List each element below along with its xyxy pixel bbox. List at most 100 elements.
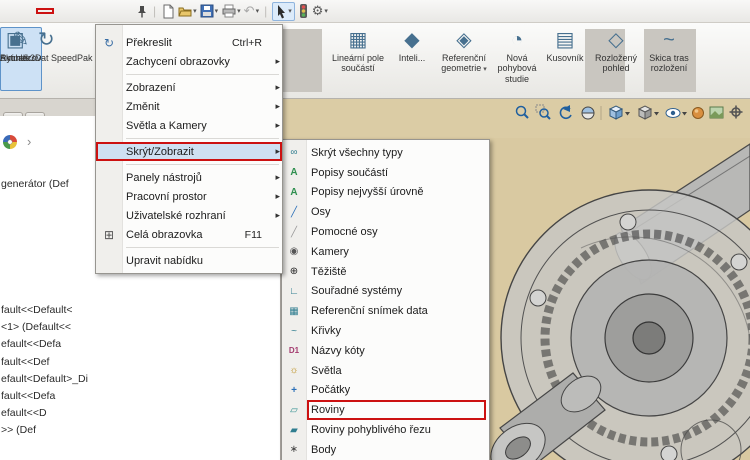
menu-item[interactable] [96,135,282,142]
submenu-item[interactable]: A Popisy nejvyšší úrovně [282,183,489,203]
submenu-arrow-icon [270,191,280,202]
reference-geometry-icon: ◈ [456,27,471,53]
print-icon[interactable]: ▾ [221,4,241,18]
view-settings-icon[interactable] [730,106,743,119]
menu-item[interactable]: Uživatelské rozhraní [96,206,282,225]
tree-item[interactable]: efault<<Defa [1,336,280,353]
menu-item[interactable]: Upravit nabídku [96,251,282,270]
tree-item[interactable]: fault<<Default< [1,302,280,319]
redraw-icon: ↻ [96,36,122,50]
origins-icon: + [282,385,306,396]
ribbon-button-label: Nová pohybová studie [492,53,542,84]
ribbon-button[interactable]: ~ Skica tras rozložení [647,27,691,91]
submenu-item[interactable]: ∞ Skrýt všechny typy [282,143,489,163]
menu-item[interactable] [96,161,282,168]
rebuild-icon[interactable] [298,3,309,19]
previous-view-icon[interactable] [560,105,571,118]
menu-item[interactable]: Zobrazení [96,78,282,97]
tree-item[interactable]: efault<Default>_Di [1,371,280,388]
menu-item[interactable]: ⊞ Celá obrazovka F11 [96,225,282,244]
menu-item-label: Světla a Kamery [126,120,207,132]
submenu-item-label: Světla [311,365,342,377]
zoom-area-icon[interactable] [536,105,550,119]
dropdown-arrow-icon[interactable]: ▾ [256,7,260,15]
submenu-item[interactable]: ∗ Body [282,440,489,460]
edit-appearance-icon[interactable] [693,108,704,119]
tree-item[interactable]: generátor (Def [1,178,69,190]
ribbon-button-label: Lineární pole součástí [331,53,385,74]
dropdown-arrow-icon[interactable]: ▾ [288,7,292,15]
menu-item[interactable]: Skrýt/Zobrazit [96,142,282,161]
menu-item[interactable]: Světla a Kamery [96,116,282,135]
menubar-item[interactable] [72,8,90,14]
submenu-item-label: Počátky [311,384,350,396]
menu-item[interactable]: ↻ Překreslit Ctrl+R [96,33,282,52]
tree-item[interactable]: efault<<D [1,405,280,422]
submenu-item-label: Osy [311,206,331,218]
dropdown-arrow-icon[interactable]: ▾ [193,7,197,15]
menubar-item[interactable] [18,8,36,14]
submenu-item[interactable]: ☼ Světla [282,361,489,381]
submenu-item[interactable]: D1 Názvy kóty [282,341,489,361]
menu-item-label: Změnit [126,101,160,113]
menubar-item[interactable] [0,8,18,14]
display-style-icon[interactable] [639,106,659,119]
appearance-wheel-icon[interactable] [3,135,17,149]
submenu-item[interactable]: ▦ Referenční snímek data [282,301,489,321]
submenu-item[interactable]: ╱ Pomocné osy [282,222,489,242]
submenu-arrow-icon [270,146,280,157]
menu-item[interactable] [96,244,282,251]
menu-item[interactable]: Panely nástrojů [96,168,282,187]
submenu-arrow-icon [270,82,280,93]
submenu-item[interactable]: ▰ Roviny pohyblivého řezu [282,420,489,440]
dropdown-arrow-icon[interactable]: ▾ [237,7,241,15]
ribbon-button[interactable]: ▣ Snímek [0,27,31,91]
hide-show-items-icon[interactable] [666,109,687,118]
menubar-item[interactable] [36,8,54,14]
curves-icon: ~ [282,326,306,337]
bom-icon: ▤ [556,27,575,53]
menubar-item[interactable] [108,8,126,14]
dropdown-arrow-icon[interactable]: ▾ [324,7,328,15]
submenu-arrow-icon [270,56,280,67]
submenu-item[interactable]: ~ Křivky [282,321,489,341]
ribbon-button[interactable]: ▤ Kusovník [545,27,585,91]
submenu-item[interactable]: A Popisy součástí [282,163,489,183]
submenu-item[interactable]: ▱ Roviny [282,400,489,420]
view-orientation-icon[interactable] [610,106,630,119]
ribbon-button[interactable]: ◇ Rozložený pohled [588,27,644,91]
undo-icon[interactable]: ↶▾ [244,3,259,19]
apply-scene-icon[interactable] [710,107,723,118]
menu-item[interactable] [96,71,282,78]
open-document-icon[interactable]: ▾ [178,4,197,18]
submenu-item[interactable]: ∟ Souřadné systémy [282,282,489,302]
tree-item[interactable]: fault<<Defa [1,388,280,405]
menu-item[interactable]: Zachycení obrazovky [96,52,282,71]
tree-item[interactable]: <1> (Default<< [1,319,280,336]
options-gear-icon[interactable]: ⚙▾ [312,3,328,19]
menu-item[interactable]: Změnit [96,97,282,116]
submenu-item[interactable]: + Počátky [282,381,489,401]
new-document-icon[interactable] [161,4,175,19]
select-arrow-icon[interactable]: ▾ [272,2,295,21]
ribbon-button[interactable]: ▦ Lineární pole součástí [331,27,385,91]
menubar-item[interactable] [54,8,72,14]
chevron-right-icon[interactable]: › [27,134,31,149]
submenu-item[interactable]: ◉ Kamery [282,242,489,262]
submenu-item[interactable]: ╱ Osy [282,202,489,222]
section-view-icon[interactable] [582,107,594,119]
tree-item[interactable]: >> (Def [1,422,280,439]
menu-item[interactable]: Pracovní prostor [96,187,282,206]
ribbon-button[interactable]: ◔ Nová pohybová studie [492,27,542,91]
menu-strip [0,0,126,22]
menubar-item[interactable] [90,8,108,14]
ribbon-button[interactable]: ◈ Referenční geometrie [438,27,490,91]
submenu-item[interactable]: ⊕ Těžiště [282,262,489,282]
zoom-fit-icon[interactable] [517,107,529,119]
reference-sketch-data-icon: ▦ [282,306,306,317]
ribbon-button[interactable]: ◆ Inteli... [389,27,435,91]
dropdown-arrow-icon[interactable]: ▾ [215,7,219,15]
save-icon[interactable]: ▾ [200,4,219,18]
tree-item[interactable]: fault<<Def [1,354,280,371]
pin-icon[interactable] [136,5,148,18]
